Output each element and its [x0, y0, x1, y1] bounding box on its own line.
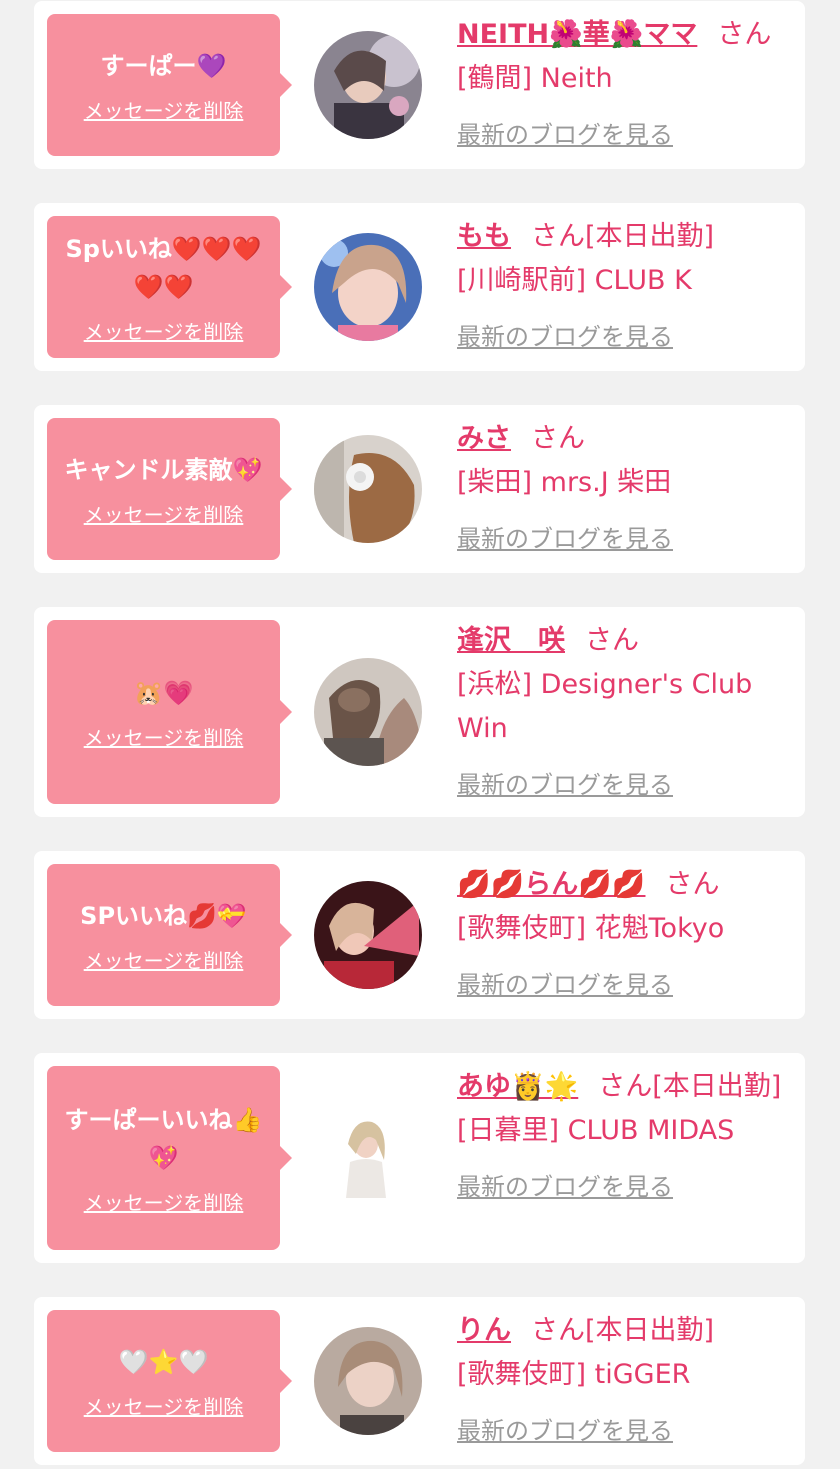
- cast-info: あゆ👸🌟 さん[本日出勤] [日暮里] CLUB MIDAS 最新のブログを見る: [457, 1065, 792, 1209]
- message-text: すーぱー💜: [100, 51, 227, 80]
- name-row: 逢沢 咲さん: [457, 619, 792, 663]
- cast-name-link[interactable]: りん: [457, 1315, 511, 1346]
- message-bubble: 🐹💗 メッセージを削除: [47, 620, 292, 804]
- name-row: 💋💋らん💋💋 さん: [457, 863, 792, 907]
- cast-name-link[interactable]: NEITH🌺華🌺ママ: [457, 19, 697, 50]
- delete-message-link[interactable]: メッセージを削除: [84, 945, 244, 974]
- latest-blog-link[interactable]: 最新のブログを見る: [457, 517, 673, 561]
- message-bubble: すーぱーいいね👍💖 メッセージを削除: [47, 1066, 292, 1250]
- avatar[interactable]: [314, 1327, 422, 1435]
- delete-message-link[interactable]: メッセージを削除: [84, 499, 244, 528]
- shop-label: [日暮里] CLUB MIDAS: [457, 1115, 735, 1146]
- delete-message-link[interactable]: メッセージを削除: [84, 316, 244, 345]
- delete-message-link[interactable]: メッセージを削除: [84, 1187, 244, 1216]
- cast-info: りん さん[本日出勤] [歌舞伎町] tiGGER 最新のブログを見る: [457, 1309, 792, 1453]
- status-label: [本日出勤]: [652, 1071, 782, 1102]
- message-card: 🐹💗 メッセージを削除 逢沢 咲さん [浜松] Designer's Club …: [34, 607, 805, 817]
- message-text: 🤍⭐️🤍: [118, 1347, 209, 1376]
- avatar[interactable]: [314, 881, 422, 989]
- shop-label: [浜松] Designer's Club Win: [457, 669, 753, 744]
- delete-message-link[interactable]: メッセージを削除: [84, 1391, 244, 1420]
- message-text: すーぱーいいね👍💖: [64, 1105, 263, 1172]
- cast-name-link[interactable]: 💋💋らん💋💋: [457, 869, 645, 900]
- shop-label: [柴田] mrs.J 柴田: [457, 467, 672, 498]
- honorific: さん: [531, 423, 585, 454]
- message-bubble: キャンドル素敵💖 メッセージを削除: [47, 418, 292, 560]
- avatar[interactable]: [314, 233, 422, 341]
- message-list: すーぱー💜 メッセージを削除 NEITH🌺華🌺ママ さん [鶴間] Neith 最…: [0, 0, 840, 1469]
- message-card: すーぱー💜 メッセージを削除 NEITH🌺華🌺ママ さん [鶴間] Neith 最…: [34, 1, 805, 169]
- message-bubble: SPいいね💋💝 メッセージを削除: [47, 864, 292, 1006]
- message-text: 🐹💗: [133, 678, 194, 707]
- honorific: さん: [717, 19, 772, 50]
- message-bubble: 🤍⭐️🤍 メッセージを削除: [47, 1310, 292, 1452]
- name-row: みさ さん: [457, 417, 792, 461]
- latest-blog-link[interactable]: 最新のブログを見る: [457, 1165, 673, 1209]
- delete-message-link[interactable]: メッセージを削除: [84, 95, 244, 124]
- message-card: 🤍⭐️🤍 メッセージを削除 りん さん[本日出勤] [歌舞伎町] tiGGER 最…: [34, 1297, 805, 1465]
- honorific: さん: [598, 1071, 653, 1102]
- name-row: もも さん[本日出勤]: [457, 215, 792, 259]
- latest-blog-link[interactable]: 最新のブログを見る: [457, 315, 673, 359]
- cast-info: もも さん[本日出勤] [川崎駅前] CLUB K 最新のブログを見る: [457, 215, 792, 359]
- latest-blog-link[interactable]: 最新のブログを見る: [457, 963, 673, 1007]
- cast-name-link[interactable]: みさ: [457, 423, 511, 454]
- shop-label: [鶴間] Neith: [457, 63, 613, 94]
- avatar[interactable]: [314, 31, 422, 139]
- status-label: [本日出勤]: [585, 221, 715, 252]
- cast-name-link[interactable]: あゆ👸🌟: [457, 1071, 578, 1102]
- cast-info: NEITH🌺華🌺ママ さん [鶴間] Neith 最新のブログを見る: [457, 13, 792, 157]
- message-bubble: Spいいね❤️❤️❤️❤️❤️ メッセージを削除: [47, 216, 292, 358]
- name-row: りん さん[本日出勤]: [457, 1309, 792, 1353]
- shop-label: [歌舞伎町] 花魁Tokyo: [457, 913, 725, 944]
- honorific: さん: [585, 625, 639, 656]
- latest-blog-link[interactable]: 最新のブログを見る: [457, 763, 673, 807]
- shop-label: [川崎駅前] CLUB K: [457, 265, 692, 296]
- status-label: [本日出勤]: [585, 1315, 715, 1346]
- honorific: さん: [531, 221, 585, 252]
- cast-info: 逢沢 咲さん [浜松] Designer's Club Win 最新のブログを見…: [457, 619, 792, 807]
- avatar[interactable]: [314, 435, 422, 543]
- message-card: キャンドル素敵💖 メッセージを削除 みさ さん [柴田] mrs.J 柴田 最新の…: [34, 405, 805, 573]
- message-bubble: すーぱー💜 メッセージを削除: [47, 14, 292, 156]
- delete-message-link[interactable]: メッセージを削除: [84, 722, 244, 751]
- latest-blog-link[interactable]: 最新のブログを見る: [457, 1409, 673, 1453]
- name-row: NEITH🌺華🌺ママ さん: [457, 13, 792, 57]
- avatar[interactable]: [314, 1104, 422, 1212]
- avatar[interactable]: [314, 658, 422, 766]
- honorific: さん: [665, 869, 720, 900]
- cast-info: 💋💋らん💋💋 さん [歌舞伎町] 花魁Tokyo 最新のブログを見る: [457, 863, 792, 1007]
- message-text: キャンドル素敵💖: [64, 455, 263, 484]
- cast-name-link[interactable]: 逢沢 咲: [457, 625, 565, 656]
- latest-blog-link[interactable]: 最新のブログを見る: [457, 113, 673, 157]
- name-row: あゆ👸🌟 さん[本日出勤]: [457, 1065, 792, 1109]
- cast-name-link[interactable]: もも: [457, 221, 511, 252]
- message-card: すーぱーいいね👍💖 メッセージを削除 あゆ👸🌟 さん[本日出勤] [日暮里] CL…: [34, 1053, 805, 1263]
- message-text: SPいいね💋💝: [80, 901, 247, 930]
- message-card: Spいいね❤️❤️❤️❤️❤️ メッセージを削除 もも さん[本日出勤] [川崎駅…: [34, 203, 805, 371]
- honorific: さん: [531, 1315, 585, 1346]
- message-card: SPいいね💋💝 メッセージを削除 💋💋らん💋💋 さん [歌舞伎町] 花魁Tokyo…: [34, 851, 805, 1019]
- message-text: Spいいね❤️❤️❤️❤️❤️: [65, 234, 262, 301]
- shop-label: [歌舞伎町] tiGGER: [457, 1359, 691, 1390]
- cast-info: みさ さん [柴田] mrs.J 柴田 最新のブログを見る: [457, 417, 792, 561]
